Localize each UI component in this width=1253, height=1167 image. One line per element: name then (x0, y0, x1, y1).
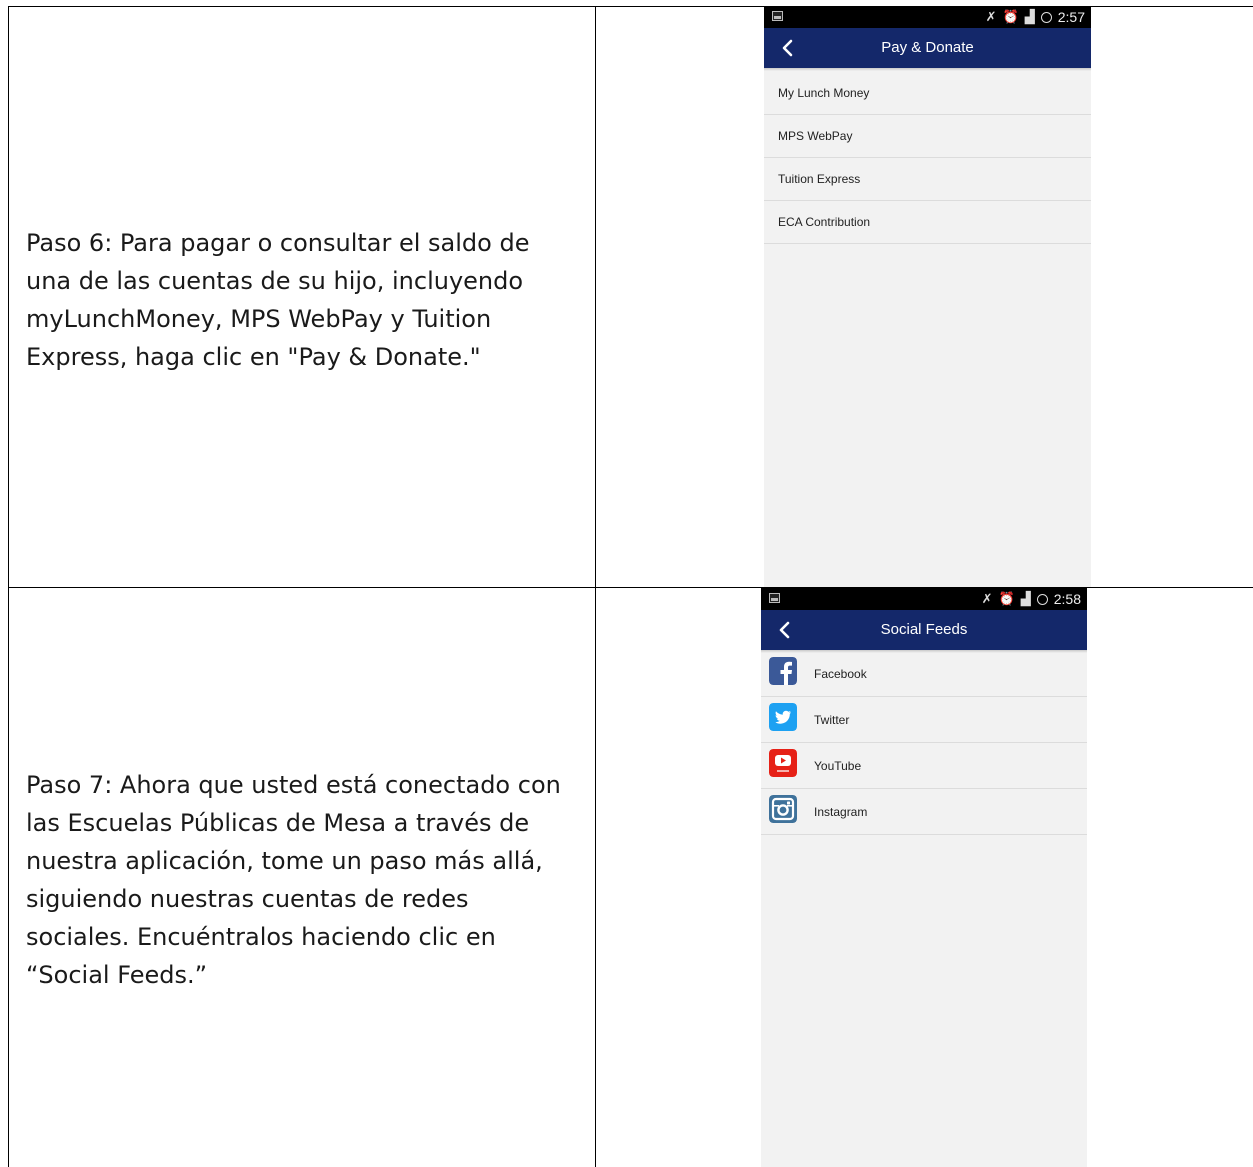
list-item-label: My Lunch Money (778, 86, 870, 100)
signal-icon: ▟ (1024, 9, 1035, 24)
list-item-label: ECA Contribution (778, 215, 871, 229)
sync-icon (1040, 11, 1052, 23)
list-item-label: Tuition Express (778, 172, 861, 186)
list-item-tuition-express[interactable]: Tuition Express (764, 158, 1091, 201)
table-column-divider (595, 6, 596, 1167)
status-time: 2:58 (1053, 591, 1081, 607)
status-bar: ✗ ⏰ ▟ 2:58 (761, 588, 1087, 610)
list-item-my-lunch-money[interactable]: My Lunch Money (764, 72, 1091, 115)
twitter-icon (769, 703, 797, 731)
app-bar: Pay & Donate (764, 28, 1091, 68)
alarm-icon: ⏰ (998, 591, 1015, 606)
list-item-label: Twitter (814, 713, 850, 727)
gallery-icon (769, 593, 780, 603)
list-item-mps-webpay[interactable]: MPS WebPay (764, 115, 1091, 158)
list-item-label: YouTube (814, 759, 862, 773)
list-item-youtube[interactable]: YouTube (761, 743, 1087, 789)
list-item-instagram[interactable]: Instagram (761, 789, 1087, 835)
social-feeds-screenshot: ✗ ⏰ ▟ 2:58 Social Feeds Facebook Twitter… (761, 588, 1087, 1167)
list-item-eca-contribution[interactable]: ECA Contribution (764, 201, 1091, 244)
table-border-left (8, 6, 9, 1167)
sync-icon (1036, 593, 1048, 605)
list-item-twitter[interactable]: Twitter (761, 697, 1087, 743)
list-item-label: Instagram (814, 805, 868, 819)
gallery-icon (772, 11, 783, 21)
list-item-label: MPS WebPay (778, 129, 853, 143)
signal-icon: ▟ (1020, 591, 1031, 606)
app-bar-shadow (764, 68, 1091, 71)
app-bar: Social Feeds (761, 610, 1087, 650)
list-item-facebook[interactable]: Facebook (761, 651, 1087, 697)
step-6-text: Paso 6: Para pagar o consultar el saldo … (26, 229, 530, 371)
status-time: 2:57 (1057, 9, 1085, 25)
instruction-table: Paso 6: Para pagar o consultar el saldo … (0, 0, 1253, 1167)
table-border-top-right (1090, 6, 1253, 7)
screen-title: Pay & Donate (881, 39, 974, 56)
mute-icon: ✗ (981, 591, 993, 606)
list-item-label: Facebook (814, 667, 867, 681)
facebook-icon (769, 657, 797, 685)
table-border-top (8, 6, 764, 7)
youtube-icon (769, 749, 797, 777)
status-bar: ✗ ⏰ ▟ 2:57 (764, 6, 1091, 28)
step-7-text: Paso 7: Ahora que usted está conectado c… (26, 771, 561, 989)
pay-donate-screenshot: ✗ ⏰ ▟ 2:57 Pay & Donate My Lunch Money M… (764, 6, 1091, 587)
alarm-icon: ⏰ (1002, 9, 1019, 24)
screen-title: Social Feeds (880, 621, 968, 638)
instagram-icon (769, 795, 797, 823)
mute-icon: ✗ (985, 9, 997, 24)
